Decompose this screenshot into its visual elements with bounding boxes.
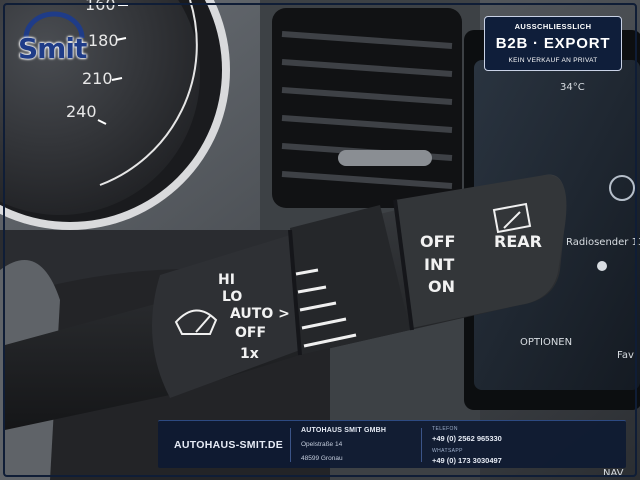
rear-wiper-label: REAR xyxy=(494,232,542,251)
whatsapp-number: +49 (0) 173 3030497 xyxy=(432,455,502,465)
fav-label: Fav xyxy=(617,350,634,361)
temperature-readout: 34°C xyxy=(560,82,585,93)
rear-wiper-off: OFF xyxy=(420,232,455,251)
options-button-label: OPTIONEN xyxy=(520,337,572,348)
phone-caption: TELEFON xyxy=(432,425,458,432)
wiper-mode-single: 1x xyxy=(240,346,259,362)
rear-wiper-on: ON xyxy=(428,277,455,296)
wiper-mode-lo: LO xyxy=(222,289,242,305)
export-badge: AUSSCHLIESSLICH B2B · EXPORT KEIN VERKAU… xyxy=(484,16,622,71)
badge-main-line: B2B · EXPORT xyxy=(495,35,611,52)
smit-logo: Smit xyxy=(12,10,98,66)
dealer-company-name: AUTOHAUS SMIT GMBH xyxy=(301,427,387,434)
wiper-mode-auto: AUTO > xyxy=(230,306,290,322)
radio-station-label: Radiosender 13/1 xyxy=(566,237,640,248)
speed-tick-240: 240 xyxy=(66,102,97,121)
dealer-city: 48599 Gronau xyxy=(301,455,343,462)
air-vent xyxy=(272,8,462,208)
wiper-mode-off: OFF xyxy=(235,325,266,341)
dealer-street: Opelstraße 14 xyxy=(301,441,343,448)
whatsapp-caption: WHATSAPP xyxy=(432,447,463,454)
dealer-address: AUTOHAUS SMIT GMBH Opelstraße 14 48599 G… xyxy=(291,425,421,464)
wiper-mode-hi: HI xyxy=(218,272,235,288)
dealer-website: AUTOHAUS-SMIT.DE xyxy=(174,438,284,451)
car-interior-photo: 160 180 210 240 34°C Radiosender 13/1 OP… xyxy=(0,0,640,480)
badge-top-line: AUSSCHLIESSLICH xyxy=(514,22,592,31)
logo-wordmark: Smit xyxy=(18,32,87,65)
speed-tick-210: 210 xyxy=(82,69,113,88)
phone-number: +49 (0) 2562 965330 xyxy=(432,433,502,443)
nav-label: NAV xyxy=(603,468,624,479)
dealer-contact: TELEFON +49 (0) 2562 965330 WHATSAPP +49… xyxy=(422,424,502,466)
badge-bottom-line: KEIN VERKAUF AN PRIVAT xyxy=(508,57,598,64)
dealer-footer: AUTOHAUS-SMIT.DE AUTOHAUS SMIT GMBH Opel… xyxy=(158,420,626,468)
rear-wiper-int: INT xyxy=(424,255,454,274)
